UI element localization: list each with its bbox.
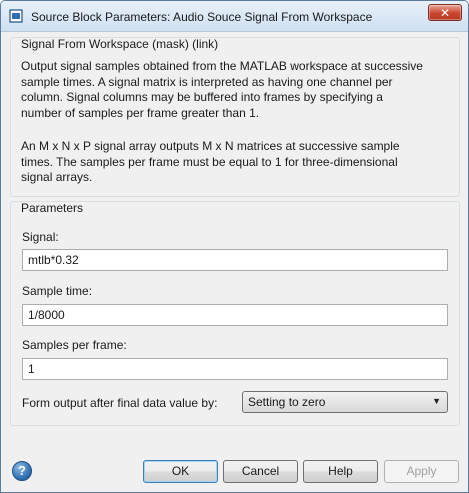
parameters-group-title: Parameters: [21, 201, 84, 215]
apply-button[interactable]: Apply: [384, 460, 459, 483]
help-button[interactable]: Help: [303, 460, 378, 483]
form-output-selected-value: Setting to zero: [248, 395, 326, 409]
form-output-label: Form output after final data value by:: [22, 396, 218, 410]
ok-button[interactable]: OK: [143, 460, 218, 483]
sample-time-input[interactable]: [22, 304, 448, 326]
simulink-block-icon: [9, 9, 23, 23]
close-button[interactable]: ✕: [428, 4, 462, 21]
mask-description-paragraph-1: Output signal samples obtained from the …: [21, 59, 423, 120]
dialog-footer: ? OK Cancel Help Apply: [1, 448, 468, 492]
cancel-button[interactable]: Cancel: [223, 460, 298, 483]
mask-group-title: Signal From Workspace (mask) (link): [21, 37, 219, 51]
dialog-window: Source Block Parameters: Audio Souce Sig…: [0, 0, 469, 493]
samples-per-frame-input[interactable]: [22, 358, 448, 380]
signal-label: Signal:: [22, 230, 59, 244]
sample-time-label: Sample time:: [22, 284, 93, 298]
help-icon[interactable]: ?: [12, 461, 32, 481]
samples-per-frame-label: Samples per frame:: [22, 338, 127, 352]
signal-input[interactable]: [22, 249, 448, 271]
mask-description-paragraph-2: An M x N x P signal array outputs M x N …: [21, 139, 400, 184]
mask-description-group: Signal From Workspace (mask) (link) Outp…: [10, 37, 460, 197]
form-output-dropdown[interactable]: Setting to zero ▼: [242, 391, 448, 413]
dropdown-arrow-icon[interactable]: ▼: [432, 396, 441, 406]
window-title: Source Block Parameters: Audio Souce Sig…: [31, 10, 373, 24]
title-bar[interactable]: Source Block Parameters: Audio Souce Sig…: [1, 1, 468, 32]
